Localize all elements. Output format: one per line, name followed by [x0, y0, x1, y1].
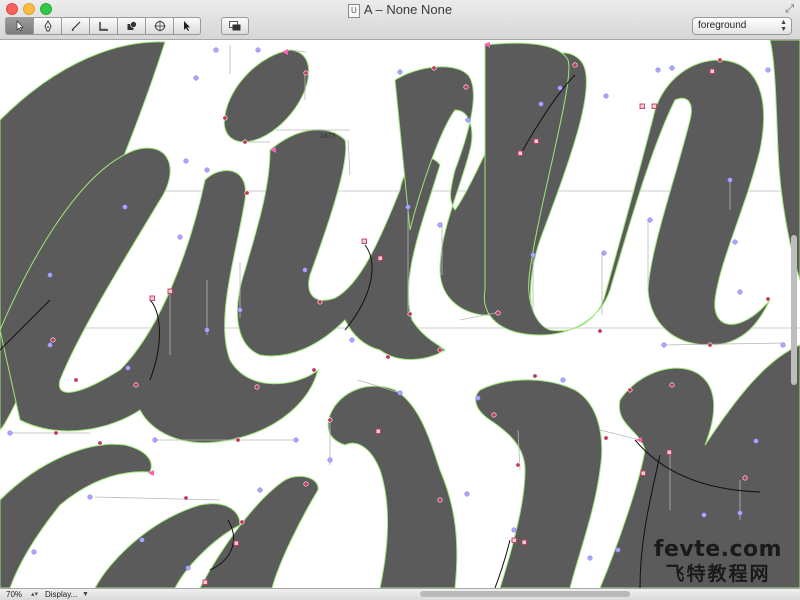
layer-dropdown[interactable]: foreground ▲ ▼ — [692, 17, 792, 35]
pointer-icon — [184, 21, 190, 31]
dropdown-arrows-icon: ▲ ▼ — [780, 19, 787, 33]
rotate-tool-button[interactable] — [145, 17, 173, 35]
title-bar: UA – None None ⤢ foreground ▲ ▼ — [0, 0, 800, 40]
knife-icon — [71, 21, 80, 32]
zoom-level[interactable]: 70% — [6, 589, 22, 600]
display-menu-arrow-icon[interactable]: ▼ — [82, 589, 89, 600]
select-tool-button[interactable] — [5, 17, 33, 35]
fullscreen-icon[interactable]: ⤢ — [785, 3, 794, 16]
ruler-icon — [98, 22, 108, 31]
glyph-shapes — [0, 40, 800, 588]
shapes-icon — [127, 21, 137, 30]
window-title-text: A – None None — [363, 2, 453, 17]
display-menu[interactable]: Display... — [45, 589, 77, 600]
pen-nib-icon — [43, 20, 52, 32]
shapes-tool-button[interactable] — [117, 17, 145, 35]
horizontal-scrollbar-thumb[interactable] — [420, 591, 630, 597]
direct-select-tool-button[interactable] — [173, 17, 201, 35]
layers-icon — [229, 21, 241, 31]
watermark-chinese: 飞特教程网 — [665, 563, 771, 585]
zoom-stepper-icon[interactable]: ▴▾ — [31, 589, 38, 600]
layer-dropdown-value: foreground — [698, 20, 747, 31]
window-title: UA – None None — [0, 2, 800, 18]
compass-icon — [154, 20, 165, 32]
measure-tool-button[interactable] — [89, 17, 117, 35]
pen-tool-button[interactable] — [33, 17, 61, 35]
arrow-icon — [16, 20, 24, 32]
glyph-edit-canvas[interactable]: 1673 — [0, 40, 800, 588]
layer-stack-button[interactable] — [221, 17, 249, 35]
node-coordinate-label: 1673 — [320, 133, 336, 140]
vertical-scrollbar-thumb[interactable] — [791, 235, 797, 385]
status-bar: 70% ▴▾ Display... ▼ — [0, 588, 800, 600]
glyph-artwork — [0, 40, 800, 588]
knife-tool-button[interactable] — [61, 17, 89, 35]
document-icon: U — [347, 3, 360, 18]
tool-palette — [5, 17, 201, 37]
watermark-site: fevte.com — [653, 537, 783, 562]
